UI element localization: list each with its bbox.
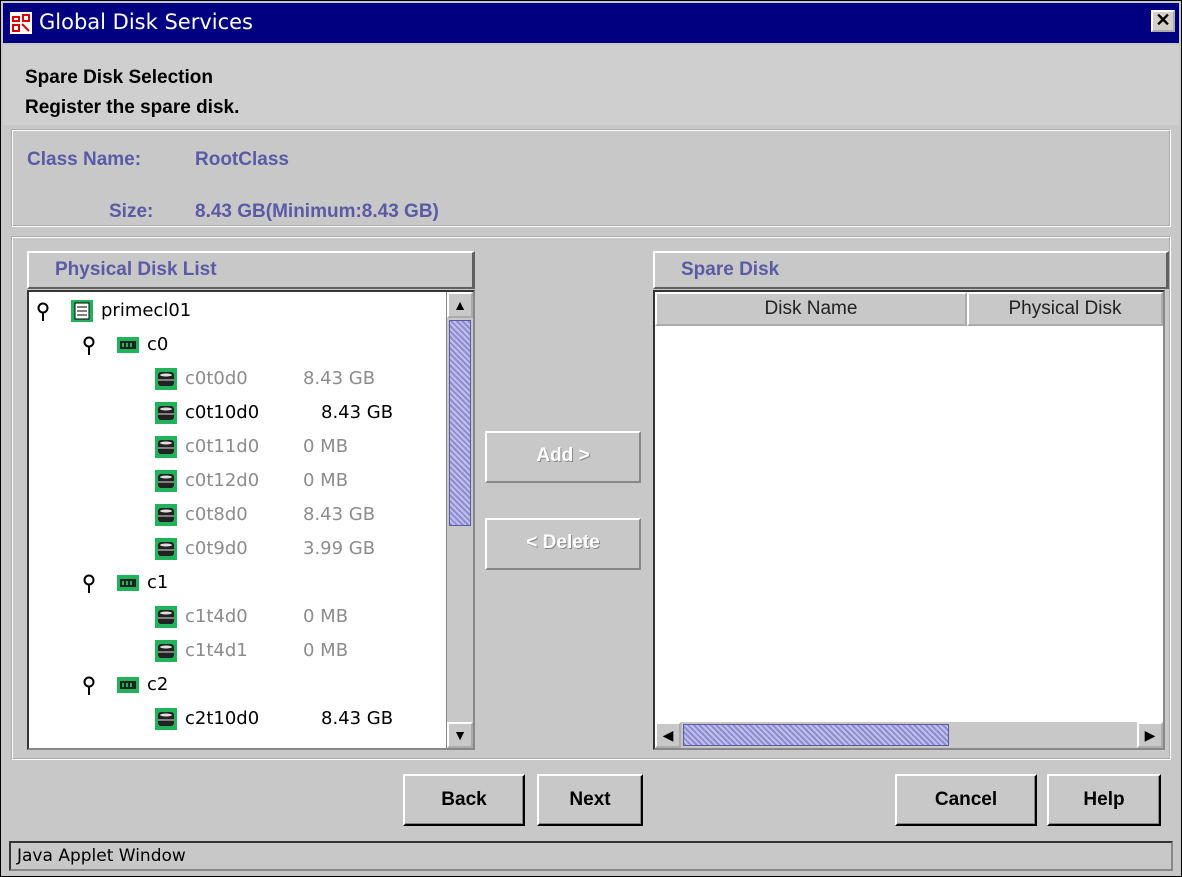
scroll-right-icon: ▶: [1144, 727, 1156, 743]
tree-item-name: c1t4d0: [185, 606, 248, 627]
table-horizontal-scrollbar[interactable]: ◀ ▶: [655, 722, 1163, 748]
page-subtitle: Register the spare disk.: [25, 97, 240, 118]
disk-icon: [155, 402, 177, 424]
close-icon: ✕: [1155, 10, 1171, 30]
scroll-up-button[interactable]: ▲: [447, 292, 473, 318]
tree-item-size: 8.43 GB: [321, 402, 394, 423]
size-label: Size:: [109, 201, 154, 222]
spare-disk-header: Spare Disk: [653, 251, 1169, 289]
tree-item-name: c1t4d1: [185, 640, 248, 661]
physical-disk-tree[interactable]: primecl01 c0 c0t0d0 8.43 GB c0t10d0 8.43 GB c0…: [27, 290, 475, 750]
tree-disk-item[interactable]: c0t0d0 8.43 GB: [29, 364, 445, 394]
gds-app-icon: [10, 12, 32, 34]
close-button[interactable]: ✕: [1151, 10, 1175, 32]
tree-expand-pin-icon[interactable]: [37, 302, 49, 322]
button-bar: Back Next Cancel Help: [3, 764, 1179, 834]
tree-disk-item[interactable]: c0t10d0 8.43 GB: [29, 398, 445, 428]
tree-item-name: c2: [147, 674, 169, 695]
tree-item-name: c0: [147, 334, 169, 355]
cancel-button[interactable]: Cancel: [895, 774, 1037, 826]
tree-node-item[interactable]: primecl01: [29, 296, 445, 326]
tree-disk-item[interactable]: c0t12d0 0 MB: [29, 466, 445, 496]
class-info-panel: Class Name: RootClass Size: 8.43 GB(Mini…: [11, 129, 1171, 227]
tree-item-size: 8.43 GB: [303, 368, 376, 389]
dialog-window: Global Disk Services ✕ Spare Disk Select…: [0, 0, 1182, 877]
scroll-down-icon: ▼: [453, 727, 467, 743]
wizard-header: Spare Disk Selection Register the spare …: [3, 45, 1179, 125]
tree-disk-item[interactable]: c0t8d0 8.43 GB: [29, 500, 445, 530]
delete-button[interactable]: < Delete: [485, 518, 641, 570]
disk-icon: [155, 504, 177, 526]
page-title: Spare Disk Selection: [25, 67, 213, 88]
controller-icon: [117, 575, 139, 591]
tree-expand-pin-icon[interactable]: [83, 336, 95, 356]
tree-controller-item[interactable]: c2: [29, 670, 445, 700]
physical-disk-list-header: Physical Disk List: [27, 251, 475, 289]
disk-icon: [155, 640, 177, 662]
tree-item-size: 0 MB: [303, 436, 349, 457]
tree-item-size: 8.43 GB: [303, 504, 376, 525]
tree-vertical-scrollbar[interactable]: ▲ ▼: [446, 292, 473, 748]
disk-icon: [155, 606, 177, 628]
tree-disk-item[interactable]: c1t4d1 0 MB: [29, 636, 445, 666]
tree-controller-item[interactable]: c0: [29, 330, 445, 360]
tree-item-size: 3.99 GB: [303, 538, 376, 559]
disk-icon: [155, 538, 177, 560]
scroll-up-icon: ▲: [453, 297, 467, 313]
tree-disk-item[interactable]: c0t9d0 3.99 GB: [29, 534, 445, 564]
scroll-left-button[interactable]: ◀: [655, 722, 681, 748]
horizontal-scroll-thumb[interactable]: [683, 724, 949, 746]
class-name-value: RootClass: [195, 149, 289, 170]
controller-icon: [117, 677, 139, 693]
title-bar[interactable]: Global Disk Services ✕: [3, 3, 1179, 43]
scroll-down-button[interactable]: ▼: [447, 722, 473, 748]
tree-item-name: c0t10d0: [185, 402, 260, 423]
scroll-thumb[interactable]: [449, 320, 471, 526]
tree-item-size: 0 MB: [303, 606, 349, 627]
tree-disk-item[interactable]: c0t11d0 0 MB: [29, 432, 445, 462]
tree-item-name: c0t12d0: [185, 470, 260, 491]
scroll-right-button[interactable]: ▶: [1137, 722, 1163, 748]
tree-disk-item[interactable]: c2t10d0 8.43 GB: [29, 704, 445, 734]
tree-item-size: 0 MB: [303, 640, 349, 661]
disk-icon: [155, 470, 177, 492]
tree-item-name: c2t10d0: [185, 708, 260, 729]
status-bar: Java Applet Window: [9, 841, 1173, 871]
size-value: 8.43 GB(Minimum:8.43 GB): [195, 201, 439, 222]
next-button[interactable]: Next: [537, 774, 643, 826]
tree-controller-item[interactable]: c1: [29, 568, 445, 598]
spare-disk-table[interactable]: Disk Name Physical Disk ◀ ▶: [653, 290, 1165, 750]
tree-expand-pin-icon[interactable]: [83, 676, 95, 696]
tree-item-size: 8.43 GB: [321, 708, 394, 729]
help-button[interactable]: Help: [1047, 774, 1161, 826]
tree-item-name: primecl01: [101, 300, 192, 321]
add-button[interactable]: Add >: [485, 431, 641, 483]
tree-item-name: c0t8d0: [185, 504, 248, 525]
scroll-left-icon: ◀: [662, 727, 674, 743]
back-button[interactable]: Back: [403, 774, 525, 826]
disk-icon: [155, 368, 177, 390]
class-name-label: Class Name:: [27, 149, 142, 170]
tree-expand-pin-icon[interactable]: [83, 574, 95, 594]
tree-item-name: c0t0d0: [185, 368, 248, 389]
tree-item-size: 0 MB: [303, 470, 349, 491]
tree-item-name: c0t9d0: [185, 538, 248, 559]
window-title: Global Disk Services: [39, 10, 253, 34]
tree-item-name: c0t11d0: [185, 436, 260, 457]
tree-item-name: c1: [147, 572, 169, 593]
disk-icon: [155, 708, 177, 730]
column-disk-name[interactable]: Disk Name: [655, 292, 967, 326]
disk-icon: [155, 436, 177, 458]
column-physical-disk[interactable]: Physical Disk: [967, 292, 1163, 326]
server-node-icon: [71, 300, 93, 322]
controller-icon: [117, 337, 139, 353]
tree-disk-item[interactable]: c1t4d0 0 MB: [29, 602, 445, 632]
